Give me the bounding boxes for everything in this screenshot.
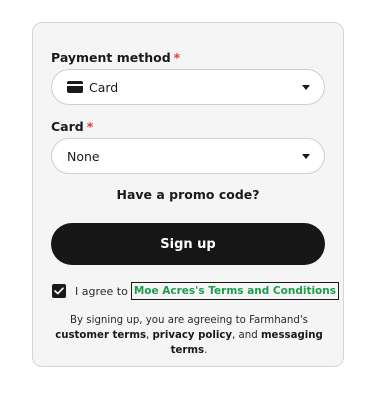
card-label: Card * [51,119,93,134]
payment-method-value: Card [89,79,119,95]
disclaimer-sep: , [146,330,150,341]
promo-code-link[interactable]: Have a promo code? [33,187,343,202]
card-select[interactable]: None [51,138,325,174]
disclaimer-end: . [204,345,208,356]
card-label-text: Card [51,119,84,134]
payment-method-label: Payment method * [51,50,180,65]
required-mark: * [86,119,94,134]
terms-link[interactable]: Moe Acres's Terms and Conditions [130,282,339,300]
signup-card: Payment method * Card Card * None Have a p… [32,22,344,367]
privacy-policy-link[interactable]: privacy policy [153,330,233,341]
terms-agreement: I agree to Moe Acres's Terms and Conditi… [52,282,339,300]
payment-method-label-text: Payment method [51,50,171,65]
required-mark: * [173,50,181,65]
customer-terms-link[interactable]: customer terms [55,330,146,341]
agree-prefix: I agree to [75,284,128,298]
card-value: None [67,148,100,164]
credit-card-icon [67,81,83,93]
chevron-down-icon [302,84,310,90]
disclaimer-sep: , and [232,330,258,341]
sign-up-button[interactable]: Sign up [51,223,325,265]
agree-checkbox[interactable] [52,284,66,298]
disclaimer: By signing up, you are agreeing to Farmh… [43,313,335,358]
checkmark-icon [54,287,64,295]
payment-method-select[interactable]: Card [51,69,325,105]
chevron-down-icon [302,153,310,159]
disclaimer-lead: By signing up, you are agreeing to Farmh… [70,315,308,326]
